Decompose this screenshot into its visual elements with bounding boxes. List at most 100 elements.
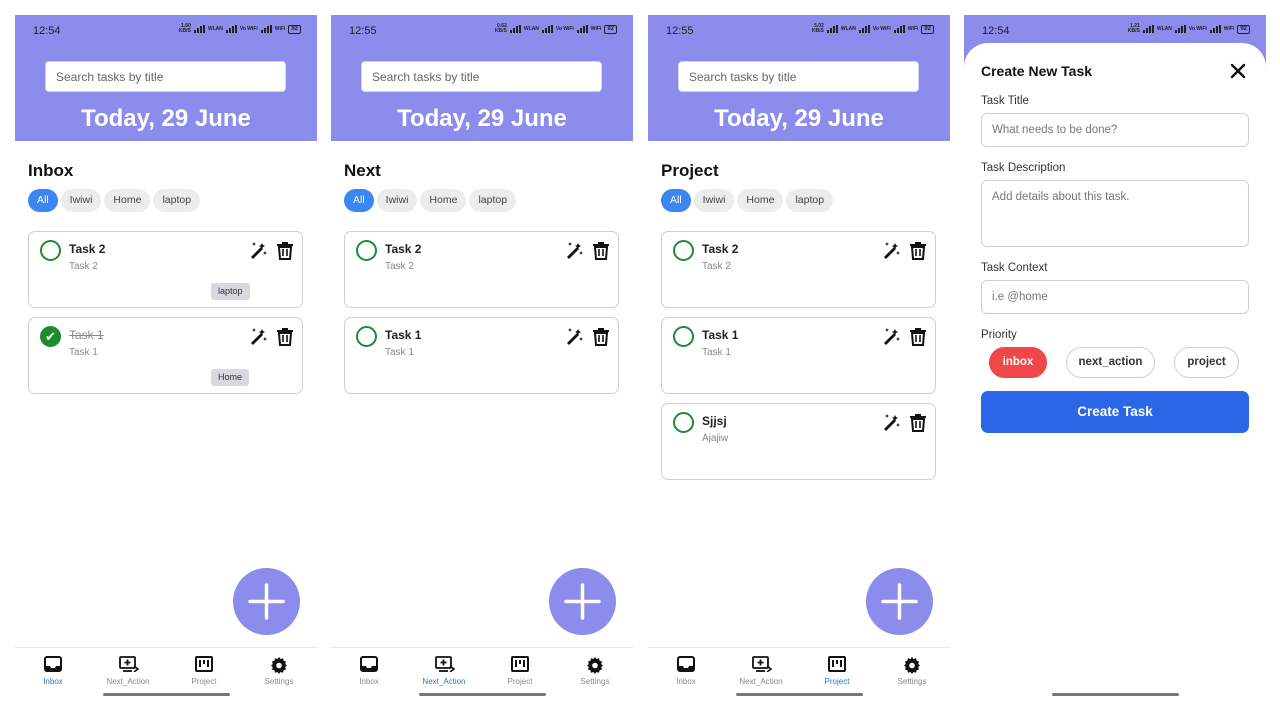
magic-edit-icon[interactable] xyxy=(248,240,268,260)
task-card[interactable]: Sjjsj Ajajiw xyxy=(661,403,936,480)
phone-screen-inbox: 12:54 1.60 KB/S WLAN Vo WiFi WiFi 92 Sea… xyxy=(15,15,317,701)
network-speed: 1.21 KB/S xyxy=(1127,23,1140,34)
task-checkbox[interactable] xyxy=(40,240,61,261)
search-input[interactable]: Search tasks by title xyxy=(678,61,919,92)
task-title: Task 2 xyxy=(702,242,739,256)
task-description: Task 2 xyxy=(69,261,98,272)
task-card[interactable]: Task 2 Task 2 laptop xyxy=(28,231,303,308)
battery-icon: 92 xyxy=(288,24,301,34)
home-indicator xyxy=(419,693,546,696)
task-card[interactable]: Task 2 Task 2 xyxy=(344,231,619,308)
filter-chip-home[interactable]: Home xyxy=(104,189,151,212)
status-icons: 1.60 KB/S WLAN Vo WiFi WiFi 92 xyxy=(179,24,301,34)
battery-icon: 92 xyxy=(921,24,934,34)
task-context-input[interactable]: i.e @home xyxy=(981,280,1249,314)
priority-option-inbox[interactable]: inbox xyxy=(989,347,1047,378)
filter-chip-laptop[interactable]: laptop xyxy=(786,189,834,212)
create-task-button[interactable]: Create Task xyxy=(981,391,1249,433)
nav-item-next_action[interactable]: Next_Action xyxy=(93,656,163,686)
app-header: 12:55 5.02 KB/S WLAN Vo WiFi WiFi 92 Sea… xyxy=(648,15,950,141)
trash-icon[interactable] xyxy=(276,240,294,260)
trash-icon[interactable] xyxy=(276,326,294,346)
priority-label: Priority xyxy=(981,329,1017,341)
filter-chip-iwiwi[interactable]: Iwiwi xyxy=(376,189,418,212)
task-card[interactable]: Task 2 Task 2 xyxy=(661,231,936,308)
status-bar: 12:55 5.02 KB/S WLAN Vo WiFi WiFi 92 xyxy=(648,15,950,45)
signal-icon xyxy=(509,25,521,33)
task-description: Task 1 xyxy=(385,347,414,358)
magic-edit-icon[interactable] xyxy=(881,240,901,260)
task-checkbox[interactable] xyxy=(673,412,694,433)
date-heading: Today, 29 June xyxy=(81,105,251,132)
magic-edit-icon[interactable] xyxy=(881,412,901,432)
task-context-tag: laptop xyxy=(211,283,250,300)
status-time: 12:55 xyxy=(349,25,377,37)
filter-chip-iwiwi[interactable]: Iwiwi xyxy=(60,189,102,212)
nav-item-inbox[interactable]: Inbox xyxy=(651,656,721,686)
task-description-input[interactable]: Add details about this task. xyxy=(981,180,1249,247)
filter-chip-all[interactable]: All xyxy=(344,189,374,212)
filter-chip-home[interactable]: Home xyxy=(420,189,467,212)
filter-chip-laptop[interactable]: laptop xyxy=(153,189,201,212)
plus-icon xyxy=(881,583,918,620)
magic-edit-icon[interactable] xyxy=(564,240,584,260)
task-checked-icon[interactable]: ✔ xyxy=(40,326,61,347)
trash-icon[interactable] xyxy=(909,240,927,260)
priority-option-project[interactable]: project xyxy=(1174,347,1239,378)
phone-screen-create-task: 12:54 1.21 KB/S WLAN Vo WiFi WiFi 92 Cre… xyxy=(964,15,1266,701)
filter-chip-iwiwi[interactable]: Iwiwi xyxy=(693,189,735,212)
task-checkbox[interactable] xyxy=(356,240,377,261)
task-card[interactable]: ✔ Task 1 Task 1 Home xyxy=(28,317,303,394)
magic-edit-icon[interactable] xyxy=(248,326,268,346)
task-card[interactable]: Task 1 Task 1 xyxy=(344,317,619,394)
nav-item-settings[interactable]: Settings xyxy=(244,656,314,686)
wlan-label: WLAN xyxy=(1156,25,1172,32)
task-checkbox[interactable] xyxy=(356,326,377,347)
sheet-title: Create New Task xyxy=(981,63,1093,79)
priority-option-next_action[interactable]: next_action xyxy=(1066,347,1155,378)
section-title: Project xyxy=(661,161,719,180)
add-task-button[interactable] xyxy=(549,568,616,635)
nav-item-project[interactable]: Project xyxy=(169,656,239,686)
task-card[interactable]: Task 1 Task 1 xyxy=(661,317,936,394)
close-icon[interactable] xyxy=(1230,63,1246,79)
trash-icon[interactable] xyxy=(592,326,610,346)
wlan-label: WLAN xyxy=(523,25,539,32)
plus-icon xyxy=(564,583,601,620)
task-context-label: Task Context xyxy=(981,262,1048,274)
nav-item-next_action[interactable]: Next_Action xyxy=(726,656,796,686)
search-input[interactable]: Search tasks by title xyxy=(45,61,286,92)
nav-item-settings[interactable]: Settings xyxy=(560,656,630,686)
task-checkbox[interactable] xyxy=(673,240,694,261)
task-title-input[interactable]: What needs to be done? xyxy=(981,113,1249,147)
project-icon xyxy=(828,656,846,672)
trash-icon[interactable] xyxy=(909,326,927,346)
filter-chip-all[interactable]: All xyxy=(28,189,58,212)
status-bar: 12:55 0.62 KB/S WLAN Vo WiFi WiFi 92 xyxy=(331,15,633,45)
wlan-label: WLAN xyxy=(840,25,856,32)
signal-icon xyxy=(858,25,870,33)
trash-icon[interactable] xyxy=(909,412,927,432)
task-checkbox[interactable] xyxy=(673,326,694,347)
filter-chip-all[interactable]: All xyxy=(661,189,691,212)
task-title: Task 1 xyxy=(702,328,739,342)
add-task-button[interactable] xyxy=(233,568,300,635)
filter-chip-laptop[interactable]: laptop xyxy=(469,189,517,212)
network-speed: 0.62 KB/S xyxy=(494,23,507,34)
nav-item-project[interactable]: Project xyxy=(485,656,555,686)
nav-item-project[interactable]: Project xyxy=(802,656,872,686)
add-task-button[interactable] xyxy=(866,568,933,635)
inbox-icon xyxy=(360,656,378,672)
filter-chip-home[interactable]: Home xyxy=(737,189,784,212)
nav-item-inbox[interactable]: Inbox xyxy=(334,656,404,686)
trash-icon[interactable] xyxy=(592,240,610,260)
magic-edit-icon[interactable] xyxy=(881,326,901,346)
nav-item-next_action[interactable]: Next_Action xyxy=(409,656,479,686)
nav-item-settings[interactable]: Settings xyxy=(877,656,947,686)
nav-item-inbox[interactable]: Inbox xyxy=(18,656,88,686)
vowifi-label: Vo WiFi xyxy=(872,25,891,32)
search-input[interactable]: Search tasks by title xyxy=(361,61,602,92)
magic-edit-icon[interactable] xyxy=(564,326,584,346)
phone-screen-next: 12:55 0.62 KB/S WLAN Vo WiFi WiFi 92 Sea… xyxy=(331,15,633,701)
status-time: 12:55 xyxy=(666,25,694,37)
